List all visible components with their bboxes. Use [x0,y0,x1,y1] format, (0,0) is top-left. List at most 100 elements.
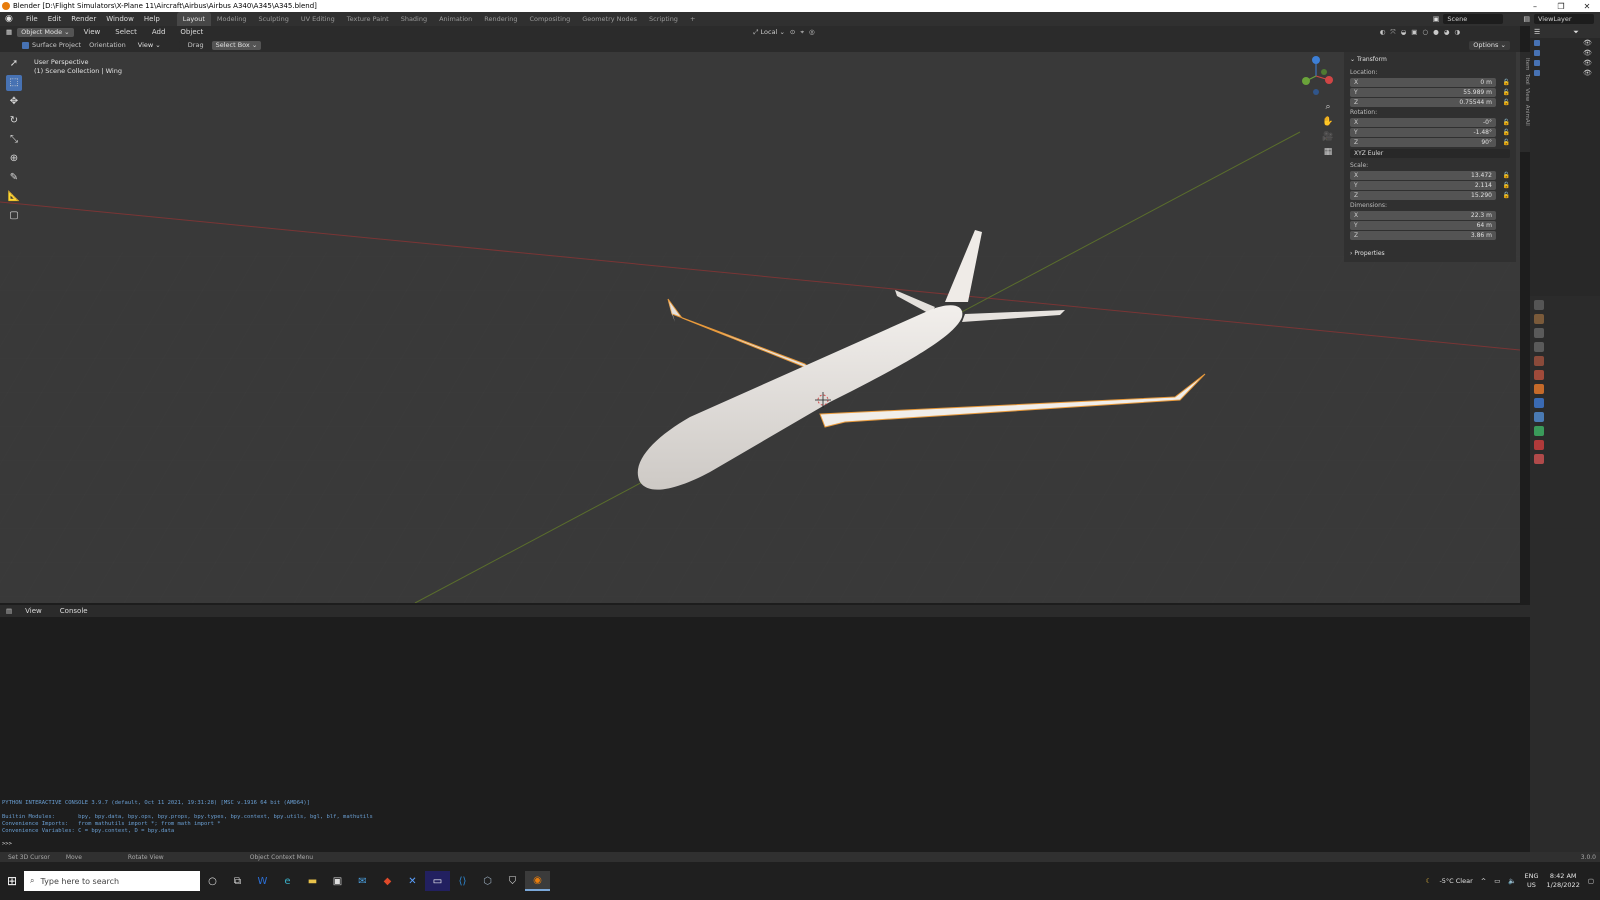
menu-file[interactable]: File [21,12,43,26]
physics-properties-icon[interactable] [1534,412,1544,422]
menu-view[interactable]: View [79,25,106,39]
mode-dropdown[interactable]: Object Mode ⌄ [17,27,74,37]
world-properties-icon[interactable] [1534,370,1544,380]
navigation-gizmo[interactable] [1296,54,1336,98]
modifier-properties-icon[interactable] [1534,398,1544,408]
visibility-eye-icon[interactable]: 👁 [1583,69,1592,77]
lock-icon[interactable]: 🔓 [1496,182,1510,189]
move-tool-icon[interactable]: ✥ [6,94,22,110]
scene-properties-icon[interactable] [1534,356,1544,366]
measure-tool-icon[interactable]: 📐 [6,189,22,205]
clock[interactable]: 8:42 AM 1/28/2022 [1547,872,1580,890]
console-editor-icon[interactable]: ▤ [6,607,12,615]
console-menu-console[interactable]: Console [55,604,93,618]
outliner-row[interactable]: 👁 [1530,38,1600,48]
menu-select[interactable]: Select [110,25,142,39]
volume-icon[interactable]: 🔈 [1508,877,1516,885]
terminal-icon[interactable]: ▭ [425,871,450,891]
pivot-icon[interactable]: ⊙ [790,28,795,36]
annotate-tool-icon[interactable]: ✎ [6,170,22,186]
lock-icon[interactable]: 🔓 [1496,99,1510,106]
surface-project-toggle[interactable]: Surface Project [22,41,81,49]
shading-rendered-icon[interactable]: ◑ [1454,28,1460,36]
dimensions-x-field[interactable]: X 22.3 m [1350,210,1496,220]
tab-geometry-nodes[interactable]: Geometry Nodes [576,12,643,26]
visibility-icon[interactable]: ◐ [1380,28,1386,36]
vscode-icon[interactable]: ⟨⟩ [450,871,475,891]
tab-animation[interactable]: Animation [433,12,478,26]
ortho-toggle-icon[interactable]: ▦ [1321,145,1335,159]
proportional-edit-icon[interactable]: ◎ [809,28,815,36]
data-properties-icon[interactable] [1534,426,1544,436]
select-tweak-icon[interactable]: ➚ [6,56,22,72]
store-icon[interactable]: ▣ [325,871,350,891]
tab-rendering[interactable]: Rendering [478,12,523,26]
outliner-row[interactable]: 👁 [1530,48,1600,58]
menu-window[interactable]: Window [101,12,139,26]
blender-taskbar-icon[interactable]: ◉ [525,871,550,891]
restore-icon[interactable]: ❐ [1548,2,1574,11]
console-menu-view[interactable]: View [20,604,47,618]
cortana-icon[interactable]: ○ [200,871,225,891]
mail-icon[interactable]: ✉ [350,871,375,891]
lock-icon[interactable]: 🔓 [1496,79,1510,86]
scale-y-field[interactable]: Y 2.114 [1350,180,1496,190]
rotation-z-field[interactable]: Z 90° [1350,137,1496,147]
gizmo-toggle-icon[interactable]: ⤧ [1390,28,1395,37]
language-indicator[interactable]: ENG US [1524,872,1538,890]
virtualbox-icon[interactable]: ⬡ [475,871,500,891]
view-layer-properties-icon[interactable] [1534,342,1544,352]
properties-section-header[interactable]: › Properties [1344,246,1516,261]
tab-modeling[interactable]: Modeling [211,12,253,26]
drag-dropdown[interactable]: Select Box ⌄ [211,40,262,50]
minimize-icon[interactable]: – [1522,2,1548,11]
menu-object[interactable]: Object [175,25,208,39]
shading-material-icon[interactable]: ◕ [1444,28,1450,36]
add-cube-tool-icon[interactable]: ▢ [6,208,22,224]
file-explorer-icon[interactable]: ▬ [300,871,325,891]
lock-icon[interactable]: 🔓 [1496,89,1510,96]
outliner-row[interactable]: 👁 [1530,68,1600,78]
menu-add[interactable]: Add [147,25,171,39]
object-properties-icon[interactable] [1534,384,1544,394]
tab-uv-editing[interactable]: UV Editing [295,12,341,26]
visibility-eye-icon[interactable]: 👁 [1583,49,1592,57]
output-properties-icon[interactable] [1534,328,1544,338]
tab-layout[interactable]: Layout [176,12,211,26]
brave-browser-icon[interactable]: ◆ [375,871,400,891]
windows-start-icon[interactable]: ⊞ [0,862,24,900]
location-z-field[interactable]: Z 0.75544 m [1350,97,1496,107]
weather-text[interactable]: -5°C Clear [1439,877,1472,885]
lock-icon[interactable]: 🔓 [1496,139,1510,146]
menu-help[interactable]: Help [139,12,165,26]
select-box-icon[interactable]: ⬚ [6,75,22,91]
tool-properties-icon[interactable] [1534,300,1544,310]
3d-viewport[interactable]: User Perspective (1) Scene Collection | … [0,52,1520,603]
scale-tool-icon[interactable]: ⤡ [6,132,22,148]
shading-solid-icon[interactable]: ● [1433,28,1439,36]
tab-sculpting[interactable]: Sculpting [252,12,294,26]
scale-x-field[interactable]: X 13.472 [1350,170,1496,180]
shield-icon[interactable]: ⛉ [500,871,525,891]
rotate-tool-icon[interactable]: ↻ [6,113,22,129]
edge-icon[interactable]: e [275,871,300,891]
xplane-icon[interactable]: ✕ [400,871,425,891]
location-y-field[interactable]: Y 55.989 m [1350,87,1496,97]
scene-field[interactable]: Scene [1443,14,1504,24]
options-dropdown[interactable]: Options ⌄ [1469,40,1510,50]
close-icon[interactable]: ✕ [1574,2,1600,11]
word-icon[interactable]: W [250,871,275,891]
pan-hand-icon[interactable]: ✋ [1321,115,1335,129]
material-properties-icon[interactable] [1534,440,1544,450]
visibility-eye-icon[interactable]: 👁 [1583,59,1592,67]
render-properties-icon[interactable] [1534,314,1544,324]
editor-type-icon[interactable]: ▦ [6,28,12,36]
notification-icon[interactable]: ▢ [1588,877,1594,885]
chevron-up-icon[interactable]: ^ [1481,877,1486,885]
filter-icon[interactable]: ⏷ [1573,28,1579,37]
outliner-editor-icon[interactable]: ☰ [1534,28,1540,36]
lock-icon[interactable]: 🔓 [1496,172,1510,179]
network-icon[interactable]: ▭ [1494,877,1500,885]
transform-section-header[interactable]: ⌄ Transform [1344,52,1516,67]
taskbar-search-box[interactable]: ⌕ Type here to search [24,871,200,891]
